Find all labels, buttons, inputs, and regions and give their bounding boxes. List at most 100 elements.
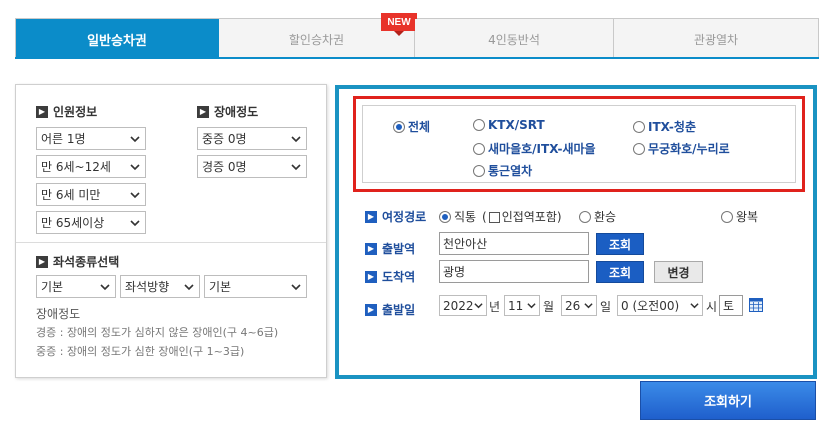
row-label-text: 출발역 <box>382 242 416 256</box>
seat-section-title: ▶ 좌석종류선택 <box>36 253 119 270</box>
select-value: 중증 0명 <box>202 132 247 146</box>
select-value: 만 6세 미만 <box>41 188 101 202</box>
infant-count-select[interactable]: 만 6세 미만 <box>36 183 146 206</box>
checkbox-icon[interactable] <box>488 212 500 223</box>
weekday-value: 토 <box>723 299 735 313</box>
hour-unit: 시 <box>706 300 718 314</box>
section-title-text: 좌석종류선택 <box>53 255 120 269</box>
adult-count-select[interactable]: 어른 1명 <box>36 127 146 150</box>
disability-note-title: 장애정도 <box>36 307 81 321</box>
arrow-bullet-icon: ▶ <box>197 105 209 118</box>
tab-discount-ticket[interactable]: 할인승차권 NEW <box>219 13 417 59</box>
new-badge-tip <box>394 31 404 36</box>
train-type-commuter[interactable]: 통근열차 <box>473 162 532 179</box>
year-select[interactable]: 2022 <box>439 295 487 316</box>
departure-station-input[interactable]: 천안아산 <box>439 232 589 255</box>
disability-note-severe: 중증 : 장애의 정도가 심한 장애인(구 1~3급) <box>36 345 245 358</box>
chevron-down-icon <box>291 136 301 143</box>
route-label: ▶ 여정경로 <box>365 208 426 225</box>
chevron-down-icon <box>130 192 140 199</box>
child-count-select[interactable]: 만 6세~12세 <box>36 155 146 178</box>
date-label: ▶ 출발일 <box>365 301 415 318</box>
day-select[interactable]: 26 <box>561 295 597 316</box>
radio-label: 새마을호/ITX-새마을 <box>488 142 596 156</box>
hour-select[interactable]: 0 (오전00) <box>617 295 703 316</box>
tab-tourist-train[interactable]: 관광열차 <box>614 19 818 59</box>
button-label: 조회 <box>608 237 632 252</box>
weekday-field: 토 <box>719 295 743 316</box>
tab-general-ticket[interactable]: 일반승차권 <box>16 19 219 59</box>
chevron-down-icon <box>584 303 593 309</box>
departure-search-button[interactable]: 조회 <box>596 233 644 255</box>
radio-label: 환승 <box>594 210 617 224</box>
passenger-section-title: ▶ 인원정보 <box>36 103 97 120</box>
tab-label: 할인승차권 <box>288 32 345 47</box>
button-label: 조회 <box>608 265 632 280</box>
radio-icon <box>473 119 485 131</box>
tab-four-person-seat[interactable]: 4인동반석 <box>415 19 614 59</box>
radio-label: 직통 <box>454 210 477 224</box>
arrow-bullet-icon: ▶ <box>365 210 377 223</box>
train-type-saemaeul[interactable]: 새마을호/ITX-새마을 <box>473 140 596 157</box>
adjacent-station-option[interactable]: (인접역포함) <box>482 208 562 225</box>
radio-label: 전체 <box>408 120 431 134</box>
checkbox-label: 인접역포함 <box>501 210 557 224</box>
radio-icon <box>473 164 485 177</box>
new-badge-label: NEW <box>381 13 417 31</box>
button-label: 변경 <box>667 265 690 280</box>
train-type-all[interactable]: 전체 <box>393 118 430 135</box>
select-value: 26 <box>565 298 581 313</box>
row-label-text: 여정경로 <box>382 210 427 224</box>
route-transfer[interactable]: 환승 <box>579 208 616 225</box>
ticket-type-tabs: 일반승차권 할인승차권 NEW 4인동반석 관광열차 <box>15 13 819 59</box>
select-value: 2022 <box>443 298 474 313</box>
arrow-bullet-icon: ▶ <box>365 270 377 283</box>
seat-position-select[interactable]: 기본 <box>204 275 307 298</box>
seat-direction-select[interactable]: 좌석방향 <box>120 275 200 298</box>
select-value: 어른 1명 <box>41 132 86 146</box>
train-type-ktx[interactable]: KTX/SRT <box>473 118 545 132</box>
chevron-down-icon <box>291 284 301 291</box>
arrival-station-input[interactable]: 광명 <box>439 260 589 283</box>
select-value: 기본 <box>41 280 64 294</box>
seat-type-select[interactable]: 기본 <box>36 275 116 298</box>
route-round-trip[interactable]: 왕복 <box>721 208 758 225</box>
search-trains-button[interactable]: 조회하기 <box>640 381 816 420</box>
senior-count-select[interactable]: 만 65세이상 <box>36 211 146 234</box>
mild-disability-select[interactable]: 경증 0명 <box>197 155 307 178</box>
select-value: 만 6세~12세 <box>41 160 111 174</box>
radio-icon <box>473 142 485 155</box>
chevron-down-icon <box>474 303 483 309</box>
new-badge: NEW <box>381 13 417 36</box>
day-unit: 일 <box>600 300 612 314</box>
radio-icon <box>721 210 733 223</box>
select-value: 기본 <box>209 280 232 294</box>
route-direct[interactable]: 직통 <box>439 208 476 225</box>
radio-label: KTX/SRT <box>488 118 545 132</box>
train-type-itx-cheongchun[interactable]: ITX-청춘 <box>633 118 696 135</box>
tab-label: 4인동반석 <box>488 32 540 47</box>
arrow-bullet-icon: ▶ <box>365 303 377 316</box>
section-divider <box>16 242 326 243</box>
tab-label: 일반승차권 <box>87 33 147 49</box>
chevron-down-icon <box>130 136 140 143</box>
radio-label: 왕복 <box>736 210 759 224</box>
severe-disability-select[interactable]: 중증 0명 <box>197 127 307 150</box>
section-title-text: 장애정도 <box>214 105 259 119</box>
arrow-bullet-icon: ▶ <box>365 242 377 255</box>
arrival-label: ▶ 도착역 <box>365 268 415 285</box>
row-label-text: 도착역 <box>382 270 416 284</box>
input-value: 천안아산 <box>443 237 488 251</box>
chevron-down-icon <box>527 303 536 309</box>
arrival-search-button[interactable]: 조회 <box>596 261 644 283</box>
month-select[interactable]: 11 <box>504 295 540 316</box>
chevron-down-icon <box>291 164 301 171</box>
month-unit: 월 <box>543 300 555 314</box>
select-value: 0 (오전00) <box>621 299 680 313</box>
swap-stations-button[interactable]: 변경 <box>654 261 703 283</box>
radio-label: 통근열차 <box>488 164 533 178</box>
calendar-icon[interactable] <box>749 298 763 312</box>
train-type-mugunghwa[interactable]: 무궁화호/누리로 <box>633 140 730 157</box>
radio-icon <box>633 142 645 155</box>
radio-selected-icon <box>439 210 451 223</box>
